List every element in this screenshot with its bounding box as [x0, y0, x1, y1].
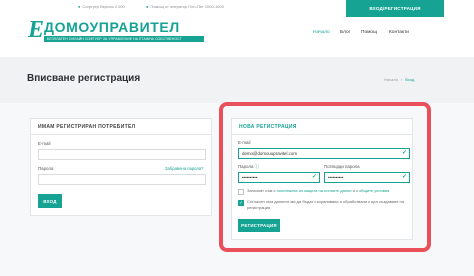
- nav-item-blog[interactable]: Блог: [340, 30, 350, 35]
- login-password-input[interactable]: [38, 174, 206, 185]
- login-submit-button[interactable]: ВХОД: [38, 194, 62, 208]
- info-icon[interactable]: ⓘ: [255, 164, 259, 169]
- terms-link[interactable]: общите условия: [359, 188, 389, 193]
- register-heading: НОВА РЕГИСТРАЦИЯ: [232, 119, 412, 135]
- breadcrumb-separator-icon: ›: [400, 77, 403, 82]
- privacy-checkbox[interactable]: [238, 189, 244, 195]
- register-password-input[interactable]: •••••••••• ✓: [238, 172, 320, 183]
- login-email-label: E-mail: [38, 141, 51, 146]
- site-header: Е ДОМОУПРАВИТЕЛ БЕЗПЛАТЕН ОНЛАЙН СОФТУЕР…: [0, 17, 474, 49]
- register-submit-button[interactable]: РЕГИСТРАЦИЯ: [238, 219, 280, 232]
- check-icon: ✓: [401, 174, 407, 180]
- page-title: Вписване регистрация: [27, 73, 141, 84]
- forgot-password-link[interactable]: Забравена парола?: [165, 166, 204, 171]
- phone-icon: ●: [146, 4, 149, 9]
- nav-item-contacts[interactable]: Контакти: [389, 30, 409, 35]
- software-version: ● Софтуер Версия 2.000: [78, 4, 125, 9]
- logo-tagline: БЕЗПЛАТЕН ОНЛАЙН СОФТУЕР ЗА УПРАВЛЕНИЕ Н…: [44, 36, 204, 42]
- logo-mark[interactable]: Е: [28, 17, 44, 44]
- login-panel: ИМАМ РЕГИСТРИРАН ПОТРЕБИТЕЛ E-mail Парол…: [30, 118, 212, 216]
- register-confirm-mask: ••••••••••: [328, 175, 344, 180]
- breadcrumb-home[interactable]: Начало: [384, 77, 398, 82]
- privacy-agreement-text: Запознат съм с политиката за защита на л…: [247, 188, 390, 193]
- top-bar: ● Софтуер Версия 2.000 ● Помощ от оператор…: [0, 0, 474, 17]
- register-email-label: E-mail: [238, 140, 251, 145]
- register-confirm-label: Потвърди парола: [324, 164, 360, 169]
- check-icon: ✓: [401, 150, 407, 156]
- nav-item-help[interactable]: Помощ: [361, 30, 377, 35]
- privacy-policy-link[interactable]: политиката за защита на личните данни: [277, 188, 352, 193]
- check-icon: ✓: [311, 174, 317, 180]
- register-confirm-input[interactable]: •••••••••• ✓: [324, 172, 410, 183]
- login-heading: ИМАМ РЕГИСТРИРАН ПОТРЕБИТЕЛ: [31, 119, 211, 135]
- page-title-band: Вписване регистрация Начало › Вход: [0, 57, 474, 103]
- nav-item-home[interactable]: Начало: [313, 30, 330, 35]
- consent-text: Съгласен съм данните ми да бъдат съхраня…: [247, 199, 404, 210]
- register-password-label: Парола ⓘ: [238, 164, 260, 169]
- register-password-mask: ••••••••••: [242, 175, 258, 180]
- login-password-label: Парола: [38, 166, 54, 171]
- login-register-button[interactable]: ВХОД/РЕГИСТРАЦИЯ: [346, 0, 444, 17]
- register-panel: НОВА РЕГИСТРАЦИЯ E-mail demo@domouupravi…: [231, 118, 413, 240]
- breadcrumb-current: Вход: [405, 77, 415, 82]
- support-phone: ● Помощ от оператор Пон-Пет 1000-1600: [146, 4, 224, 9]
- logo-text[interactable]: ДОМОУПРАВИТЕЛ: [44, 19, 180, 35]
- consent-checkbox[interactable]: ✓: [238, 200, 244, 206]
- breadcrumb: Начало › Вход: [384, 77, 414, 82]
- check-circle-icon: ●: [78, 4, 81, 9]
- register-email-input[interactable]: demo@domouupravitel.com ✓: [238, 148, 410, 159]
- register-email-value: demo@domouupravitel.com: [242, 151, 297, 156]
- login-email-input[interactable]: [38, 149, 206, 160]
